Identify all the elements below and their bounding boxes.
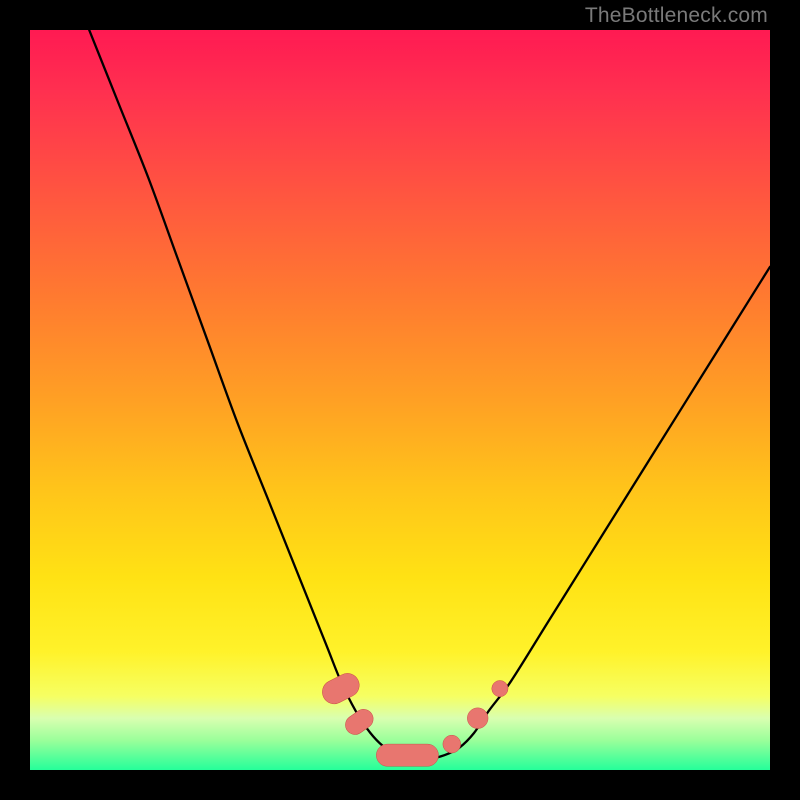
chart-frame: TheBottleneck.com [0, 0, 800, 800]
plot-area [30, 30, 770, 770]
watermark-text: TheBottleneck.com [585, 4, 768, 28]
